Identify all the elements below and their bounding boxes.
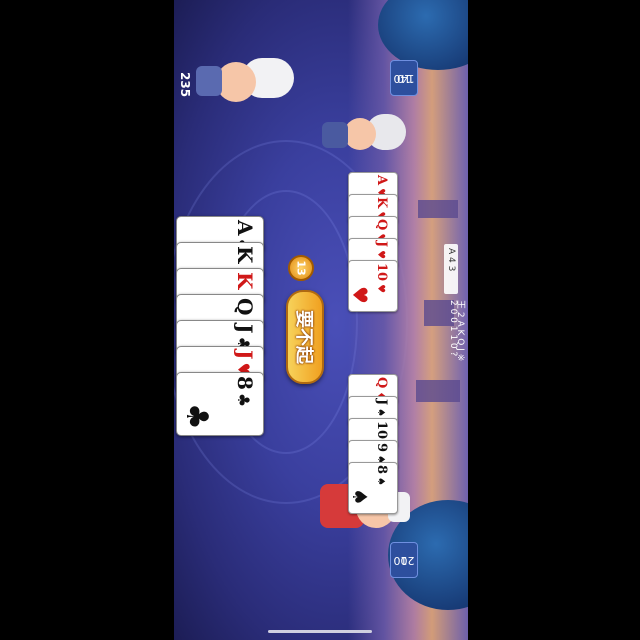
- card-tracker-counts: 2 0 0 1 1 0 ?: [448, 300, 458, 357]
- my-avatar: [196, 52, 296, 112]
- hand-card[interactable]: 8♣ ♣: [176, 372, 264, 436]
- card-rank: 8: [233, 376, 257, 390]
- played-card-label: 10 ♥: [374, 263, 393, 293]
- card-rank: 10: [374, 421, 389, 440]
- opponent-bottom-score-sub: 1: [400, 554, 408, 567]
- card-rank: K: [374, 197, 389, 209]
- hand-card-label: 8♣: [233, 376, 257, 407]
- card-rank: J: [233, 324, 257, 334]
- played-card-big-suit-icon: ♠: [347, 488, 372, 506]
- card-rank: 10: [374, 263, 389, 282]
- card-suit-icon: ♣: [234, 392, 253, 408]
- card-rank: K: [233, 272, 257, 290]
- cards-left-badge: 13: [288, 255, 314, 281]
- played-card-label: 9♠: [374, 443, 393, 464]
- pass-button[interactable]: 要不起: [286, 290, 324, 384]
- cards-left-count: 13: [294, 260, 308, 276]
- card-suit-icon: ♥: [375, 250, 386, 260]
- card-rank: Q: [374, 377, 389, 389]
- card-rank: Q: [233, 298, 257, 316]
- card-tracker: A 4 3 王 2 A K Q J ※ 2 0 0 1 1 0 ?: [444, 244, 468, 396]
- card-rank: 9: [374, 443, 389, 453]
- card-rank: A: [374, 175, 389, 186]
- pass-button-label: 要不起: [293, 310, 314, 364]
- played-card-label: J♠: [374, 399, 393, 417]
- opponent-bottom-score: 200 1: [390, 542, 418, 578]
- card-suit-icon: ♠: [375, 477, 386, 487]
- card-suit-icon: ♥: [375, 284, 386, 294]
- played-card: 10♥ ♥: [348, 260, 398, 312]
- card-rank: J: [374, 241, 389, 248]
- played-card: 8♠ ♠: [348, 462, 398, 514]
- opponent-top-score: 140 10: [390, 60, 418, 96]
- played-card-label: 8♠: [374, 465, 393, 486]
- played-card-big-suit-icon: ♥: [347, 286, 372, 304]
- card-rank: K: [233, 246, 257, 264]
- my-points: 235: [178, 72, 192, 98]
- opponent-top-score-sub: 10: [397, 72, 411, 85]
- card-rank: A: [233, 220, 257, 236]
- opponent-top-avatar: [322, 110, 406, 162]
- card-rank: 8: [374, 465, 389, 475]
- card-suit-icon: ♠: [375, 408, 386, 418]
- card-tracker-header-label: A 4 3: [446, 248, 456, 272]
- card-rank: Q: [374, 219, 389, 231]
- card-rank: J: [374, 399, 389, 406]
- hand-card-big-suit-icon: ♣: [178, 403, 214, 430]
- skyline-tower: [418, 200, 458, 218]
- home-indicator[interactable]: [268, 630, 372, 633]
- card-tracker-header: A 4 3: [444, 244, 458, 294]
- card-rank: J: [233, 350, 257, 360]
- played-card-label: J♥: [374, 241, 393, 259]
